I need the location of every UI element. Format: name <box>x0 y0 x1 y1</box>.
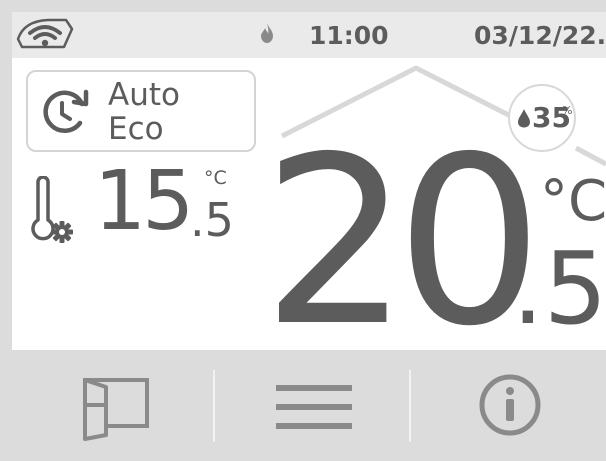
mode-label-secondary: Eco <box>108 111 164 147</box>
current-temp-unit: °C <box>540 169 606 234</box>
mode-label-primary: Auto <box>108 77 180 113</box>
bottom-nav-bar <box>12 350 606 461</box>
menu-icon <box>276 381 352 437</box>
setpoint-decimal: .5 <box>190 193 234 247</box>
status-bar: 11:00 03/12/22. <box>12 12 606 58</box>
setpoint-integer[interactable]: 15 <box>94 152 194 252</box>
window-button[interactable] <box>12 350 208 461</box>
mode-selector[interactable]: Auto Eco <box>26 70 256 152</box>
thermostat-screen: 11:00 03/12/22. Auto Eco 35 % 15 .5 °C 2… <box>12 12 606 461</box>
current-date: 03/12/22. <box>474 21 606 50</box>
nav-divider <box>409 370 411 442</box>
clock-time: 11:00 <box>309 21 389 50</box>
current-temp-integer: 20 <box>262 107 543 377</box>
current-temp-decimal: .5 <box>512 230 606 347</box>
wifi-icon <box>16 17 76 57</box>
info-button[interactable] <box>412 350 606 461</box>
schedule-clock-icon <box>38 86 100 142</box>
humidity-unit: % <box>562 104 573 117</box>
menu-button[interactable] <box>216 350 412 461</box>
flame-icon <box>260 22 274 48</box>
window-icon <box>82 377 152 445</box>
info-icon <box>470 373 550 441</box>
setpoint-unit: °C <box>204 167 227 189</box>
nav-divider <box>213 370 215 442</box>
thermometer-gear-icon <box>30 175 80 250</box>
